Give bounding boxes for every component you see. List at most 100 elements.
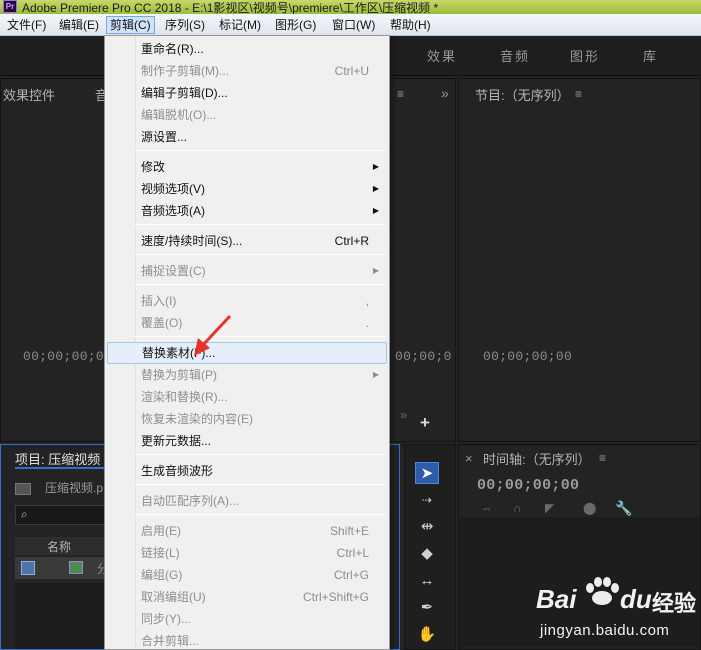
clip-menu-item-label: 编辑子剪辑(D)... xyxy=(141,86,228,100)
menu-edit[interactable]: 编辑(E) xyxy=(56,16,102,34)
clip-menu-item-label: 修改 xyxy=(141,160,166,174)
sequence-icon xyxy=(69,561,83,574)
timeline-close-icon[interactable]: × xyxy=(465,451,473,466)
add-button-icon[interactable]: + xyxy=(420,413,430,433)
column-header: 名称 xyxy=(15,537,107,555)
source-timecode-right[interactable]: 00;00;0 xyxy=(395,349,452,364)
menu-clip[interactable]: 剪辑(C) xyxy=(106,16,155,34)
clip-menu-item[interactable]: 重命名(R)... xyxy=(107,38,387,60)
timeline-timecode[interactable]: 00;00;00;00 xyxy=(477,477,579,494)
clip-menu-dropdown: 重命名(R)... 制作子剪辑(M)... Ctrl+U 编辑子剪辑(D)... 编辑脱… xyxy=(104,35,390,650)
workspace-graphics[interactable]: 图形 xyxy=(570,46,600,65)
menu-separator xyxy=(135,254,385,255)
search-icon: ⌕ xyxy=(21,507,28,521)
clip-menu-item-label: 编组(G) xyxy=(141,568,183,582)
menu-marker[interactable]: 标记(M) xyxy=(216,16,264,34)
clip-menu-item[interactable]: 编辑子剪辑(D)... xyxy=(107,82,387,104)
project-bin-name: 压缩视频.p xyxy=(45,481,104,495)
clip-menu-item[interactable]: 生成音频波形 xyxy=(107,460,387,482)
clip-menu-item-label: 音频选项(A) xyxy=(141,204,205,218)
add-marker-icon[interactable]: ◤ xyxy=(545,501,554,515)
clip-menu-item-label: 启用(E) xyxy=(141,524,181,538)
clip-menu-item: 编组(G) Ctrl+G xyxy=(107,564,387,586)
panel-overflow-icon[interactable]: » xyxy=(441,85,449,101)
label-color-swatch[interactable] xyxy=(21,561,35,575)
program-timecode[interactable]: 00;00;00;00 xyxy=(483,349,572,364)
baidu-jingyan-watermark: Bai du 经验 jingyan.baidu.com xyxy=(536,576,701,650)
clip-menu-item: 渲染和替换(R)... xyxy=(107,386,387,408)
annotation-arrow xyxy=(194,314,232,356)
panel-menu-icon[interactable]: ≡ xyxy=(397,87,404,101)
selection-tool-icon[interactable]: ➤ xyxy=(415,462,439,484)
clip-menu-item[interactable]: 视频选项(V) ▶ xyxy=(107,178,387,200)
clip-menu-item-label: 更新元数据... xyxy=(141,434,212,448)
clip-menu-item-shortcut: . xyxy=(365,316,369,330)
clip-menu-item: 捕捉设置(C) ▶ xyxy=(107,260,387,282)
column-name[interactable]: 名称 xyxy=(47,538,71,555)
submenu-arrow-icon: ▶ xyxy=(372,266,379,275)
clip-menu-item: 同步(Y)... xyxy=(107,608,387,630)
clip-menu-item: 插入(I), xyxy=(107,290,387,312)
clip-menu-item-label: 源设置... xyxy=(141,130,188,144)
clip-menu-item-label: 视频选项(V) xyxy=(141,182,205,196)
watermark-brand: Bai xyxy=(536,584,577,614)
clip-menu-item-shortcut: Ctrl+G xyxy=(333,568,369,582)
program-panel-title[interactable]: 节目:（无序列） xyxy=(475,85,570,104)
hand-tool-icon[interactable]: ✋ xyxy=(415,624,439,646)
menu-sequence[interactable]: 序列(S) xyxy=(162,16,208,34)
track-select-tool-icon[interactable]: ⇢ xyxy=(415,489,439,511)
menu-separator xyxy=(135,336,385,337)
watermark-url: jingyan.baidu.com xyxy=(540,622,670,639)
timeline-panel-title[interactable]: 时间轴:（无序列） xyxy=(483,449,591,468)
clip-menu-item-label: 捕捉设置(C) xyxy=(141,264,206,278)
linked-selection-icon[interactable]: ∩ xyxy=(513,501,522,515)
clip-menu-item-label: 合并剪辑... xyxy=(141,634,200,648)
clip-menu-item[interactable]: 修改 ▶ xyxy=(107,156,387,178)
title-bar: Pr Adobe Premiere Pro CC 2018 - E:\1影视区\… xyxy=(0,0,701,14)
slip-tool-icon[interactable]: ↔ xyxy=(415,570,439,592)
annotation-arrow-line xyxy=(200,314,232,348)
clip-menu-item[interactable]: 源设置... xyxy=(107,126,387,148)
menu-window[interactable]: 窗口(W) xyxy=(329,16,378,34)
menu-separator xyxy=(135,150,385,151)
clip-menu-item-shortcut: Ctrl+U xyxy=(334,64,369,78)
clip-menu-item-label: 替换为剪辑(P) xyxy=(141,368,217,382)
workspace-audio[interactable]: 音频 xyxy=(500,46,530,65)
project-panel-title[interactable]: 项目: 压缩视频 xyxy=(15,449,100,468)
clip-menu-item[interactable]: 速度/持续时间(S)... Ctrl+R xyxy=(107,230,387,252)
clip-menu-item: 链接(L) Ctrl+L xyxy=(107,542,387,564)
ripple-edit-tool-icon[interactable]: ⇹ xyxy=(415,516,439,538)
clip-menu-item[interactable]: 音频选项(A) ▶ xyxy=(107,200,387,222)
clip-menu-item-label: 插入(I) xyxy=(141,294,177,308)
clip-menu-item-label: 取消编组(U) xyxy=(141,590,206,604)
program-panel-menu-icon[interactable]: ≡ xyxy=(575,87,582,101)
controls-overflow-icon[interactable]: » xyxy=(400,407,407,422)
clip-menu-item: 覆盖(O). xyxy=(107,312,387,334)
pen-tool-icon[interactable]: ✒ xyxy=(415,597,439,619)
menu-graphics[interactable]: 图形(G) xyxy=(272,16,319,34)
menu-separator xyxy=(135,224,385,225)
clip-menu-item-label: 速度/持续时间(S)... xyxy=(141,234,243,248)
clip-menu-item-label: 同步(Y)... xyxy=(141,612,191,626)
clip-menu-item: 启用(E) Shift+E xyxy=(107,520,387,542)
clip-menu-item[interactable]: 更新元数据... xyxy=(107,430,387,452)
wrench-icon[interactable]: 🔧 xyxy=(615,500,632,517)
baidu-paw-logo-icon xyxy=(586,577,619,605)
menu-separator xyxy=(135,484,385,485)
workspace-libraries[interactable]: 库 xyxy=(643,46,658,65)
project-item-row[interactable]: 分 xyxy=(15,557,109,579)
effect-controls-tab[interactable]: 效果控件 xyxy=(3,85,55,104)
timeline-panel-menu-icon[interactable]: ≡ xyxy=(599,451,606,465)
menu-help[interactable]: 帮助(H) xyxy=(387,16,434,34)
project-search-field[interactable]: ⌕ xyxy=(15,505,107,525)
menu-file[interactable]: 文件(F) xyxy=(4,16,49,34)
project-list-area xyxy=(15,583,107,649)
workspace-effects[interactable]: 效果 xyxy=(427,46,457,65)
menu-separator xyxy=(135,284,385,285)
snap-icon[interactable]: ⇔ xyxy=(481,501,493,515)
clip-menu-item-label: 链接(L) xyxy=(141,546,180,560)
clip-menu-item[interactable]: 替换素材(F)... xyxy=(107,342,387,364)
razor-tool-icon[interactable]: ◆ xyxy=(415,543,439,565)
source-timecode[interactable]: 00;00;00;00 xyxy=(23,349,112,364)
marker-icon[interactable]: ⬤ xyxy=(583,501,596,515)
